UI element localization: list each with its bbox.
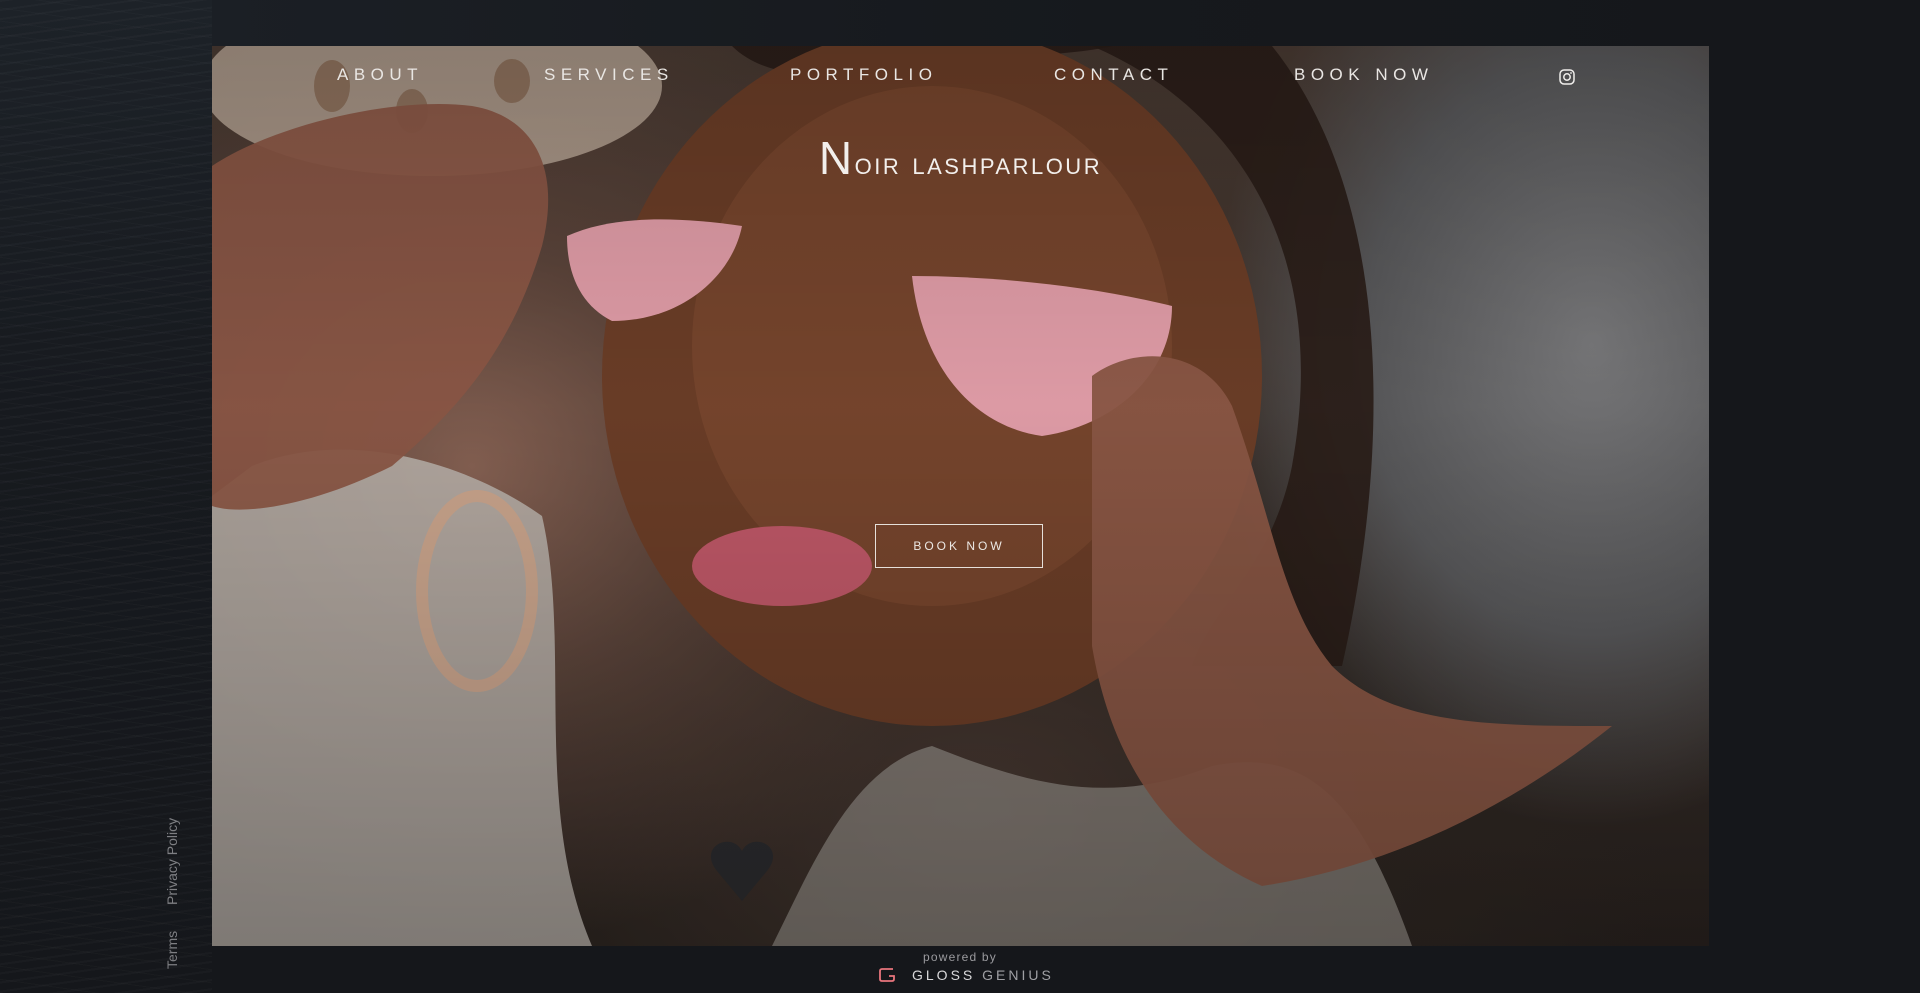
glossgenius-logo-link[interactable]: GLOSS GENIUS bbox=[878, 966, 1054, 984]
brand-title: Noir lashparlour bbox=[212, 131, 1709, 185]
water-background bbox=[0, 0, 212, 993]
glossgenius-wordmark-bold: GLOSS bbox=[912, 967, 976, 983]
glossgenius-wordmark-light: GENIUS bbox=[982, 967, 1054, 983]
page: ABOUT SERVICES PORTFOLIO CONTACT BOOK NO… bbox=[0, 0, 1920, 993]
glossgenius-logo-icon bbox=[879, 968, 895, 982]
hero-section: ABOUT SERVICES PORTFOLIO CONTACT BOOK NO… bbox=[212, 46, 1709, 946]
brand-title-rest: oir lashparlour bbox=[854, 146, 1103, 181]
hero-book-now-button[interactable]: BOOK NOW bbox=[875, 524, 1043, 568]
nav-portfolio[interactable]: PORTFOLIO bbox=[790, 65, 937, 85]
nav-book-now[interactable]: BOOK NOW bbox=[1294, 65, 1433, 85]
nav-about[interactable]: ABOUT bbox=[337, 65, 423, 85]
brand-title-initial: N bbox=[818, 132, 855, 184]
instagram-icon[interactable] bbox=[1559, 69, 1575, 85]
top-navigation: ABOUT SERVICES PORTFOLIO CONTACT BOOK NO… bbox=[212, 46, 1709, 106]
nav-contact[interactable]: CONTACT bbox=[1054, 65, 1173, 85]
powered-by-label: powered by bbox=[922, 950, 998, 964]
nav-services[interactable]: SERVICES bbox=[544, 65, 674, 85]
glossgenius-wordmark: GLOSS GENIUS bbox=[912, 967, 1054, 983]
top-background-strip bbox=[212, 0, 1712, 46]
privacy-policy-link[interactable]: Privacy Policy bbox=[164, 818, 180, 905]
